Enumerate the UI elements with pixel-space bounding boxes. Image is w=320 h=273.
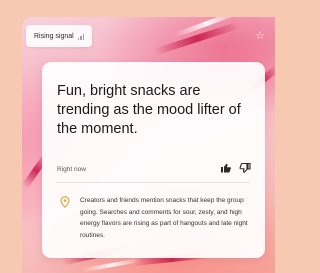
thumbs-up-icon[interactable] <box>220 162 232 174</box>
trend-description: Creators and friends mention snacks that… <box>80 197 248 239</box>
badge-label: Rising signal <box>34 32 74 40</box>
location-pin-icon <box>60 196 70 208</box>
timestamp: Right now <box>57 166 86 173</box>
trend-headline: Fun, bright snacks are trending as the m… <box>57 83 241 137</box>
feedback-controls <box>220 162 251 174</box>
trend-card: Fun, bright snacks are trending as the m… <box>42 62 265 258</box>
screen: Rising signal ☆ Fun, bright snacks are t… <box>0 0 275 273</box>
signal-bars-icon <box>77 33 85 40</box>
star-icon[interactable]: ☆ <box>255 31 265 42</box>
rising-signal-badge: Rising signal <box>26 25 93 47</box>
card-divider <box>57 182 250 183</box>
thumbs-down-icon[interactable] <box>239 162 251 174</box>
trend-panel: Rising signal ☆ Fun, bright snacks are t… <box>22 17 275 273</box>
